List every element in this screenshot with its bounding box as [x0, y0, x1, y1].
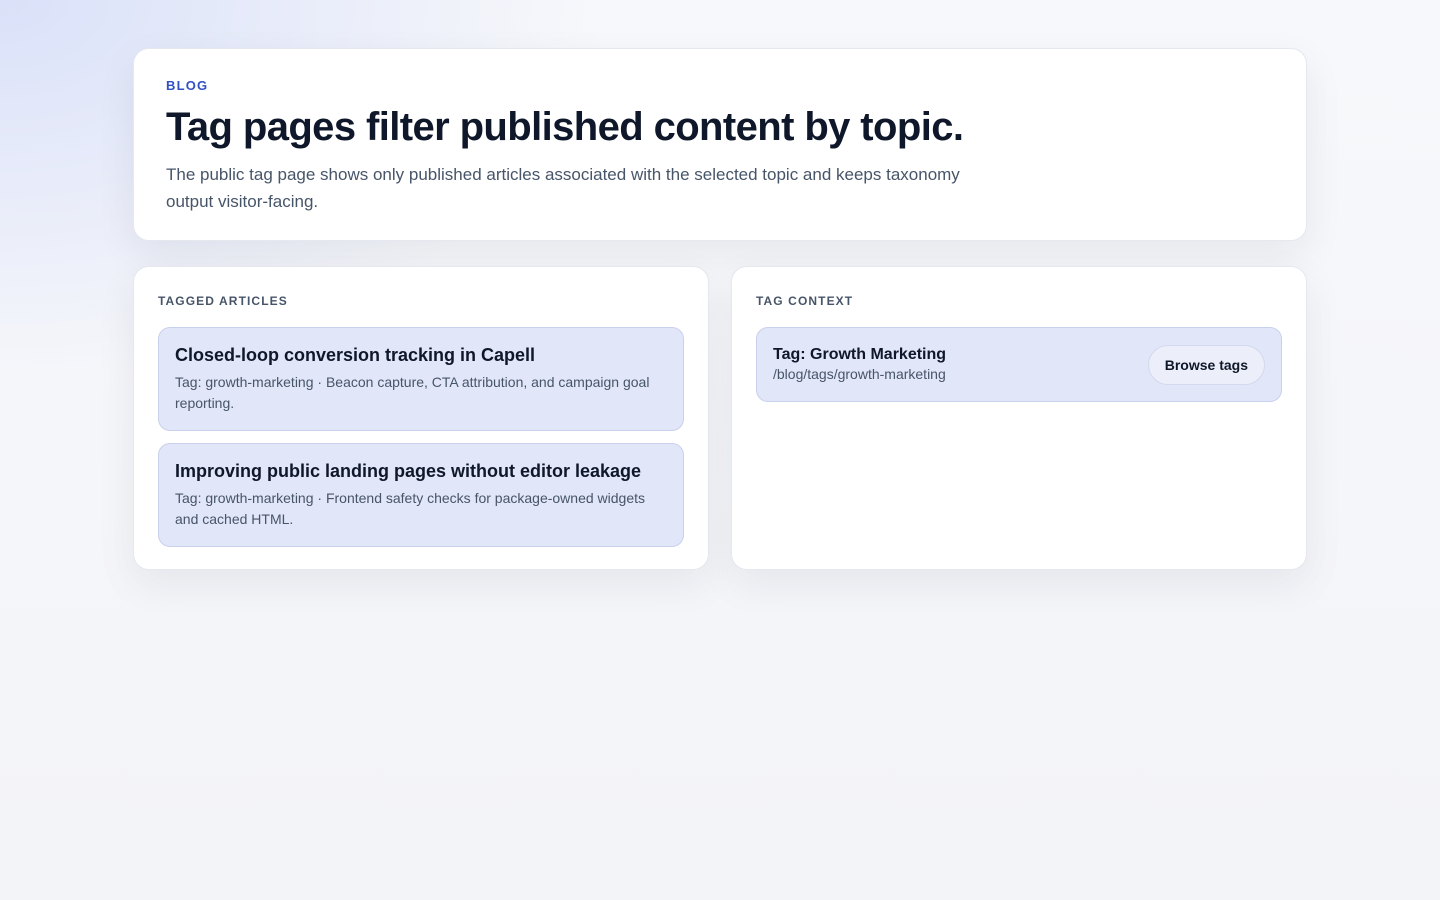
tagged-articles-label: TAGGED ARTICLES: [158, 294, 288, 308]
tag-context-panel: TAG CONTEXT Tag: Growth Marketing /blog/…: [731, 266, 1307, 570]
page-header: BLOG Tag pages filter published content …: [133, 48, 1307, 241]
section-eyebrow: BLOG: [166, 78, 209, 93]
tag-context-label: TAG CONTEXT: [756, 294, 854, 308]
tag-info: Tag: Growth Marketing /blog/tags/growth-…: [773, 345, 946, 384]
article-title[interactable]: Closed-loop conversion tracking in Capel…: [175, 343, 667, 367]
page-description: The public tag page shows only published…: [166, 165, 960, 211]
article-card[interactable]: Improving public landing pages without e…: [158, 443, 684, 547]
browse-tags-button[interactable]: Browse tags: [1147, 344, 1265, 385]
page-title: Tag pages filter published content by to…: [166, 105, 964, 149]
article-card[interactable]: Closed-loop conversion tracking in Capel…: [158, 327, 684, 431]
tag-name: Tag: Growth Marketing: [773, 346, 947, 363]
tagged-articles-panel: TAGGED ARTICLES Closed-loop conversion t…: [133, 266, 709, 570]
article-meta: Tag: growth-marketing · Beacon capture, …: [175, 374, 650, 411]
article-title[interactable]: Improving public landing pages without e…: [175, 459, 667, 483]
tag-path: /blog/tags/growth-marketing: [773, 366, 946, 382]
article-meta: Tag: growth-marketing · Frontend safety …: [175, 490, 646, 527]
tag-info-card: Tag: Growth Marketing /blog/tags/growth-…: [756, 327, 1282, 402]
